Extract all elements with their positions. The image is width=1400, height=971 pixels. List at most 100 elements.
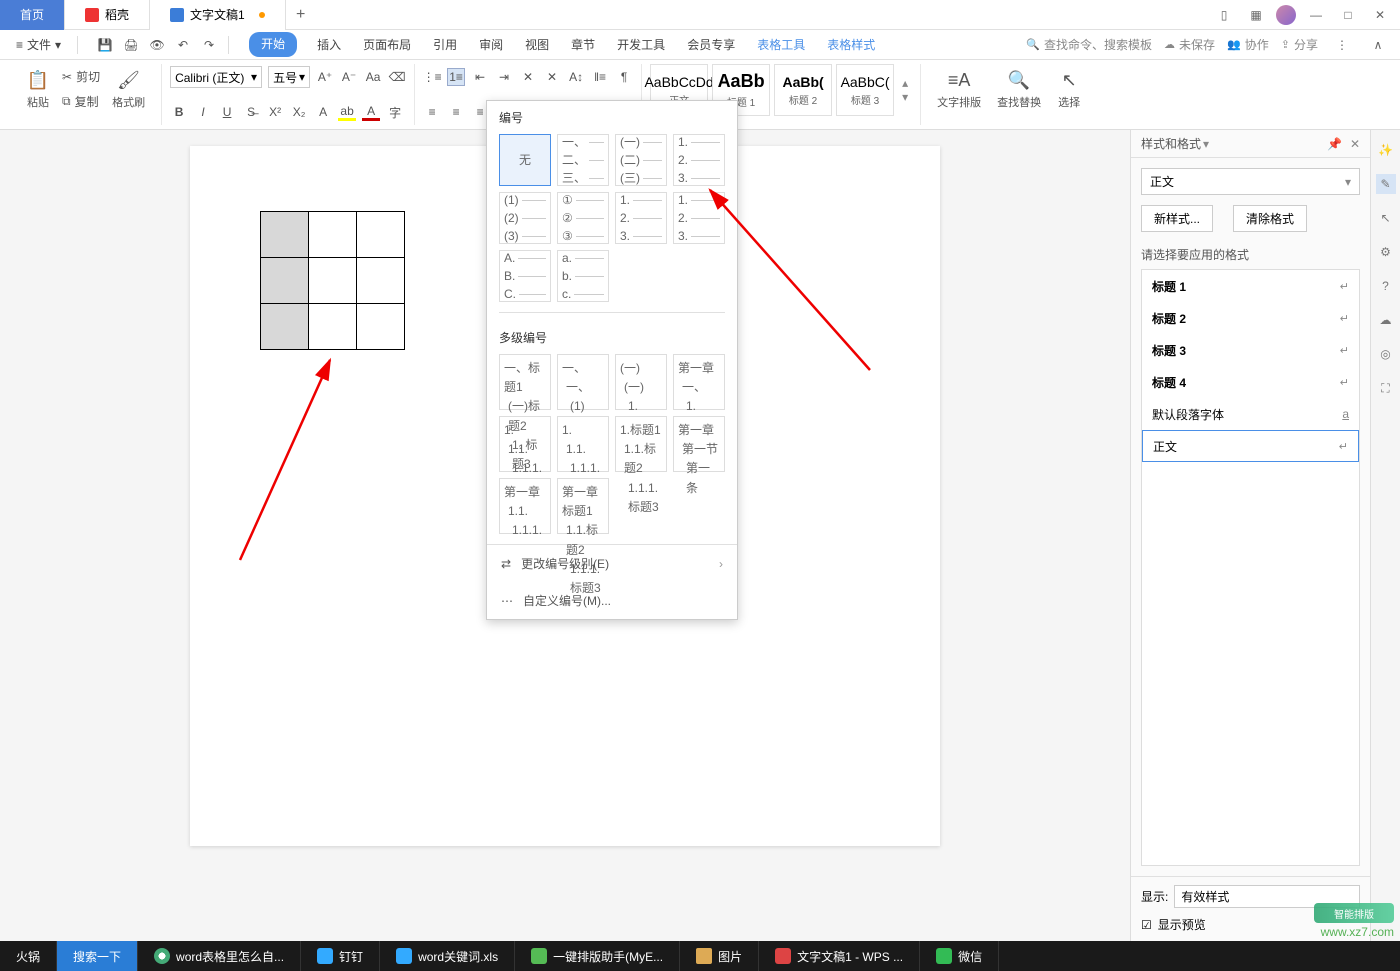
- ml-opt-6[interactable]: 1.1.1.1.1.1.: [557, 416, 609, 472]
- panel-pin-icon[interactable]: 📌: [1327, 137, 1342, 151]
- align-center-icon[interactable]: ≡: [447, 103, 465, 121]
- tab-add-button[interactable]: +: [286, 6, 316, 24]
- sort-icon[interactable]: A↕: [567, 68, 585, 86]
- menu-tab-tablestyle[interactable]: 表格样式: [825, 32, 877, 57]
- current-style-select[interactable]: 正文 ▾: [1141, 168, 1360, 195]
- menu-tab-start[interactable]: 开始: [249, 32, 297, 57]
- ml-opt-10[interactable]: 第一章标题11.1.标题21.1.1.标题3: [557, 478, 609, 534]
- target-tab-icon[interactable]: ◎: [1376, 344, 1396, 364]
- numbering-opt-upper[interactable]: A.B.C.: [499, 250, 551, 302]
- custom-numbering-item[interactable]: ⋯ 自定义编号(M)...: [487, 582, 737, 619]
- ml-opt-4[interactable]: 第一章一、1.: [673, 354, 725, 410]
- ai-icon[interactable]: ✨: [1376, 140, 1396, 160]
- tight-icon[interactable]: ✕: [519, 68, 537, 86]
- font-effects-icon[interactable]: A: [314, 103, 332, 121]
- style-scroll-down-icon[interactable]: ▾: [902, 90, 908, 104]
- menu-tab-tabletools[interactable]: 表格工具: [755, 32, 807, 57]
- tb-images[interactable]: 图片: [680, 941, 759, 971]
- help-tab-icon[interactable]: ?: [1376, 276, 1396, 296]
- new-style-button[interactable]: 新样式...: [1141, 205, 1213, 232]
- copy-button[interactable]: ⧉ 复制: [58, 91, 104, 112]
- menu-tab-member[interactable]: 会员专享: [685, 32, 737, 57]
- cloud-save-button[interactable]: ☁ 未保存: [1164, 36, 1215, 53]
- menu-tab-layout[interactable]: 页面布局: [361, 32, 413, 57]
- menu-tab-reference[interactable]: 引用: [431, 32, 459, 57]
- ml-opt-5[interactable]: 1.1.1.1.1.1.: [499, 416, 551, 472]
- ml-opt-9[interactable]: 第一章1.1.1.1.1.: [499, 478, 551, 534]
- numbering-opt-lower[interactable]: a.b.c.: [557, 250, 609, 302]
- undo-icon[interactable]: ↶: [174, 36, 192, 54]
- find-replace-button[interactable]: 🔍 查找替换: [989, 64, 1049, 114]
- tab-home[interactable]: 首页: [0, 0, 65, 30]
- menu-tab-chapter[interactable]: 章节: [569, 32, 597, 57]
- style-h2[interactable]: AaBb(标题 2: [774, 64, 832, 116]
- increase-indent-icon[interactable]: ⇥: [495, 68, 513, 86]
- document-table[interactable]: [260, 211, 405, 350]
- tb-hotpot[interactable]: 火锅: [0, 941, 57, 971]
- bullets-icon[interactable]: ⋮≡: [423, 68, 441, 86]
- cut-button[interactable]: ✂ 剪切: [58, 66, 104, 87]
- style-list-default-font[interactable]: 默认段落字体a: [1142, 398, 1359, 430]
- apps-icon[interactable]: ▦: [1244, 3, 1268, 27]
- paste-button[interactable]: 📋 粘贴: [18, 64, 58, 114]
- menu-tab-review[interactable]: 审阅: [477, 32, 505, 57]
- style-list-h1[interactable]: 标题 1↵: [1142, 270, 1359, 302]
- underline-icon[interactable]: U: [218, 103, 236, 121]
- highlight-icon[interactable]: ab: [338, 103, 356, 121]
- italic-icon[interactable]: I: [194, 103, 212, 121]
- numbering-none[interactable]: 无: [499, 134, 551, 186]
- tb-chrome[interactable]: word表格里怎么自...: [138, 941, 301, 971]
- window-minimize-button[interactable]: —: [1304, 3, 1328, 27]
- ml-opt-2[interactable]: 一、一、(1): [557, 354, 609, 410]
- style-list-normal[interactable]: 正文↵: [1142, 430, 1359, 462]
- format-painter-button[interactable]: 🖌 格式刷: [104, 64, 153, 114]
- tb-excel[interactable]: word关键词.xls: [380, 941, 515, 971]
- styles-tab-icon[interactable]: ✎: [1376, 174, 1396, 194]
- menu-tab-devtools[interactable]: 开发工具: [615, 32, 667, 57]
- tb-layout-tool[interactable]: 一键排版助手(MyE...: [515, 941, 680, 971]
- command-search[interactable]: 🔍 查找命令、搜索模板: [1026, 36, 1152, 53]
- decrease-indent-icon[interactable]: ⇤: [471, 68, 489, 86]
- ml-opt-7[interactable]: 1.标题11.1.标题21.1.1.标题3: [615, 416, 667, 472]
- tb-wechat[interactable]: 微信: [920, 941, 999, 971]
- maximize-tab-icon[interactable]: ⛶: [1376, 378, 1396, 398]
- font-name-select[interactable]: Calibri (正文)▾: [170, 66, 262, 88]
- file-menu[interactable]: ≡ 文件 ▾: [10, 36, 67, 53]
- layout-1-icon[interactable]: ▯: [1212, 3, 1236, 27]
- numbering-opt-arabic[interactable]: 1.2.3.: [673, 134, 725, 186]
- ml-opt-3[interactable]: (一)(一)1.: [615, 354, 667, 410]
- user-avatar[interactable]: [1276, 5, 1296, 25]
- tb-dingtalk[interactable]: 钉钉: [301, 941, 380, 971]
- numbering-opt-circle[interactable]: ①②③: [557, 192, 609, 244]
- more-icon[interactable]: ⋮: [1330, 33, 1354, 57]
- shrink-font-icon[interactable]: A⁻: [340, 68, 358, 86]
- numbering-icon[interactable]: 1≡: [447, 68, 465, 86]
- numbering-opt-arabic3[interactable]: 1.2.3.: [673, 192, 725, 244]
- grow-font-icon[interactable]: A⁺: [316, 68, 334, 86]
- numbering-opt-arabic2[interactable]: 1.2.3.: [615, 192, 667, 244]
- print-preview-icon[interactable]: 👁: [148, 36, 166, 54]
- numbering-opt-paren[interactable]: (1)(2)(3): [499, 192, 551, 244]
- para-mark-icon[interactable]: ¶: [615, 68, 633, 86]
- superscript-icon[interactable]: X²: [266, 103, 284, 121]
- tab-daoke[interactable]: 稻壳: [65, 0, 150, 30]
- tb-search[interactable]: 搜索一下: [57, 941, 138, 971]
- panel-close-icon[interactable]: ✕: [1350, 137, 1360, 151]
- collab-button[interactable]: 👥 协作: [1227, 36, 1269, 53]
- change-case-icon[interactable]: Aa: [364, 68, 382, 86]
- select-button[interactable]: ↖ 选择: [1049, 64, 1089, 114]
- line-spacing-icon[interactable]: ‖≡: [591, 68, 609, 86]
- align-left-icon[interactable]: ≡: [423, 103, 441, 121]
- style-list-h4[interactable]: 标题 4↵: [1142, 366, 1359, 398]
- bold-icon[interactable]: B: [170, 103, 188, 121]
- numbering-opt-cn-paren[interactable]: (一)(二)(三): [615, 134, 667, 186]
- select-tab-icon[interactable]: ↖: [1376, 208, 1396, 228]
- ml-opt-8[interactable]: 第一章第一节第一条: [673, 416, 725, 472]
- ml-opt-1[interactable]: 一、标题1(一)标题21. 标题3: [499, 354, 551, 410]
- phonetic-icon[interactable]: 字: [386, 103, 404, 121]
- clear-format-button[interactable]: 清除格式: [1233, 205, 1307, 232]
- tab-document[interactable]: 文字文稿1: [150, 0, 286, 30]
- style-list-h3[interactable]: 标题 3↵: [1142, 334, 1359, 366]
- text-layout-button[interactable]: ≡A 文字排版: [929, 64, 989, 114]
- style-scroll-up-icon[interactable]: ▴: [902, 76, 908, 90]
